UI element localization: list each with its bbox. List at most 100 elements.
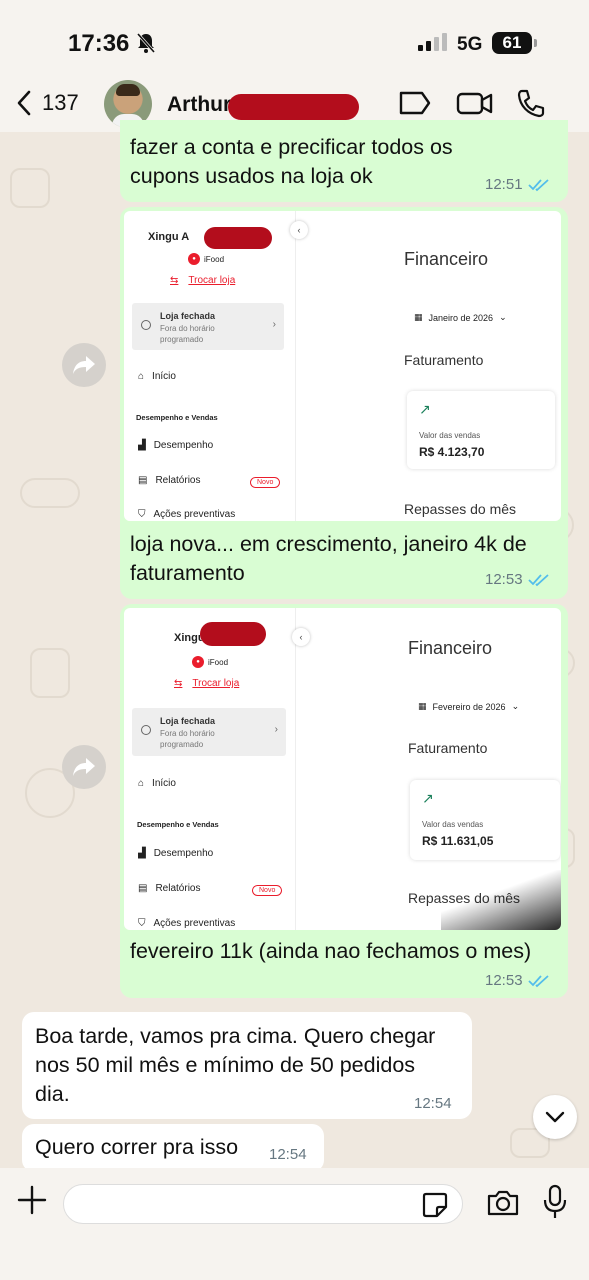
nav-home[interactable]: ⌂ Início — [138, 371, 176, 382]
message-bubble-outgoing[interactable]: fazer a conta e precificar todos os cupo… — [120, 120, 568, 202]
chevron-right-icon: › — [274, 724, 278, 735]
month-selector[interactable]: ▦ Janeiro de 2026 ⌄ — [406, 309, 515, 326]
nav-reports[interactable]: ▤ Relatórios — [138, 883, 200, 894]
closed-icon — [141, 725, 151, 735]
ifood-brand: ● iFood — [188, 253, 224, 265]
nav-preventive[interactable]: ⛉ Ações preventivas — [138, 509, 235, 520]
message-text: Quero correr pra isso — [35, 1135, 239, 1159]
header-divider — [0, 128, 589, 130]
back-chevron-icon — [17, 90, 31, 116]
swap-store-link[interactable]: ⇆ Trocar loja — [174, 678, 239, 689]
new-badge: Novo — [250, 477, 281, 488]
redaction-mark — [228, 94, 359, 120]
message-meta: 12:54 — [269, 1146, 307, 1163]
swap-icon: ⇆ — [170, 275, 179, 286]
double-check-icon — [527, 573, 549, 586]
message-time: 12:54 — [269, 1146, 307, 1163]
chevron-down-icon: ⌄ — [499, 312, 507, 322]
message-meta: 12:51 — [485, 176, 550, 193]
input-bar — [0, 1168, 589, 1280]
swap-icon: ⇆ — [174, 678, 183, 689]
nav-section-title: Desempenho e Vendas — [136, 413, 218, 422]
nav-reports[interactable]: ▤ Relatórios — [138, 475, 200, 486]
network-type: 5G — [457, 34, 483, 55]
forward-button[interactable] — [62, 745, 106, 789]
double-check-icon — [527, 974, 549, 987]
nav-performance[interactable]: ▟ Desempenho — [138, 848, 213, 859]
voice-call-icon[interactable] — [516, 88, 546, 118]
chart-icon: ▟ — [138, 440, 146, 451]
bell-off-icon — [136, 33, 156, 53]
forward-icon — [73, 356, 95, 374]
image-caption: loja nova... em crescimento, janeiro 4k … — [130, 532, 527, 585]
trend-up-icon: ↗ — [422, 790, 434, 806]
document-icon: ▤ — [138, 883, 148, 894]
camera-icon[interactable] — [486, 1188, 520, 1218]
message-time: 12:53 — [485, 972, 523, 989]
store-name: Xingu A — [148, 231, 190, 243]
trend-up-icon: ↗ — [419, 401, 431, 417]
store-closed-card[interactable]: Loja fechada Fora do horário programado › — [132, 303, 284, 350]
message-bubble-incoming[interactable]: Boa tarde, vamos pra cima. Quero chegar … — [22, 1012, 472, 1119]
redaction-mark — [204, 227, 272, 249]
store-closed-card[interactable]: Loja fechada Fora do horário programado › — [132, 708, 286, 756]
sales-card: ↗ Valor das vendas R$ 4.123,70 — [407, 391, 555, 469]
battery-icon: 61 — [492, 32, 537, 54]
message-meta: 12:53 — [485, 571, 550, 588]
video-call-icon[interactable] — [456, 88, 494, 118]
shared-screenshot[interactable]: Xingu A ● iFood ⇆ Trocar loja Loja fechada… — [124, 211, 561, 521]
forward-icon — [73, 758, 95, 776]
status-time: 17:36 — [68, 30, 130, 57]
swap-store-link[interactable]: ⇆ Trocar loja — [170, 275, 235, 286]
message-input[interactable] — [63, 1184, 463, 1224]
message-bubble-image[interactable]: Xingu ● iFood ⇆ Trocar loja Loja fechada F… — [120, 604, 568, 998]
redaction-mark — [200, 622, 266, 646]
forward-button[interactable] — [62, 343, 106, 387]
message-bubble-incoming[interactable]: Quero correr pra isso 12:54 — [22, 1124, 324, 1172]
image-caption: fevereiro 11k (ainda nao fechamos o mes) — [130, 939, 532, 963]
finance-title: Financeiro — [408, 638, 493, 658]
message-bubble-image[interactable]: Xingu A ● iFood ⇆ Trocar loja Loja fechada… — [120, 207, 568, 599]
revenue-heading: Faturamento — [408, 740, 488, 756]
back-button[interactable]: 137 — [16, 90, 79, 116]
ifood-sidebar: Xingu ● iFood ⇆ Trocar loja Loja fechada F… — [124, 608, 296, 930]
message-text: Boa tarde, vamos pra cima. Quero chegar … — [35, 1024, 436, 1106]
plus-icon[interactable] — [16, 1184, 48, 1216]
month-selector[interactable]: ▦ Fevereiro de 2026 ⌄ — [410, 698, 528, 715]
image-shadow — [441, 870, 561, 930]
chevron-down-icon: ⌄ — [511, 701, 520, 711]
finance-title: Financeiro — [404, 249, 489, 269]
revenue-heading: Faturamento — [404, 352, 484, 368]
ifood-logo-icon: ● — [188, 253, 200, 265]
mic-icon[interactable] — [543, 1184, 567, 1220]
sticker-icon[interactable] — [422, 1192, 448, 1218]
message-time: 12:54 — [414, 1095, 452, 1112]
status-bar: 17:36 5G 61 — [0, 0, 589, 86]
transfers-heading: Repasses do mês — [404, 501, 517, 517]
message-meta: 12:53 — [485, 972, 550, 989]
home-icon: ⌂ — [138, 371, 145, 382]
chart-icon: ▟ — [138, 848, 146, 859]
ifood-sidebar: Xingu A ● iFood ⇆ Trocar loja Loja fechada… — [124, 211, 296, 521]
contact-name[interactable]: Arthur — [167, 93, 231, 117]
ifood-brand: ● iFood — [192, 656, 228, 668]
shared-screenshot[interactable]: Xingu ● iFood ⇆ Trocar loja Loja fechada F… — [124, 608, 561, 930]
calendar-icon: ▦ — [414, 312, 423, 322]
collapse-sidebar-button[interactable]: ‹ — [292, 628, 310, 646]
calendar-icon: ▦ — [418, 701, 427, 711]
message-time: 12:53 — [485, 571, 523, 588]
collapse-sidebar-button[interactable]: ‹ — [290, 221, 308, 239]
chevron-right-icon: › — [272, 319, 276, 330]
label-tag-icon[interactable] — [398, 88, 432, 118]
document-icon: ▤ — [138, 475, 148, 486]
ifood-logo-icon: ● — [192, 656, 204, 668]
nav-performance[interactable]: ▟ Desempenho — [138, 440, 213, 451]
nav-home[interactable]: ⌂ Início — [138, 778, 176, 789]
nav-preventive[interactable]: ⛉ Ações preventivas — [138, 918, 235, 929]
signal-icon — [418, 33, 447, 51]
scroll-to-bottom-button[interactable] — [533, 1095, 577, 1139]
double-check-icon — [527, 178, 549, 191]
new-badge: Novo — [252, 885, 283, 896]
home-icon: ⌂ — [138, 778, 145, 789]
shield-icon: ⛉ — [138, 918, 146, 929]
